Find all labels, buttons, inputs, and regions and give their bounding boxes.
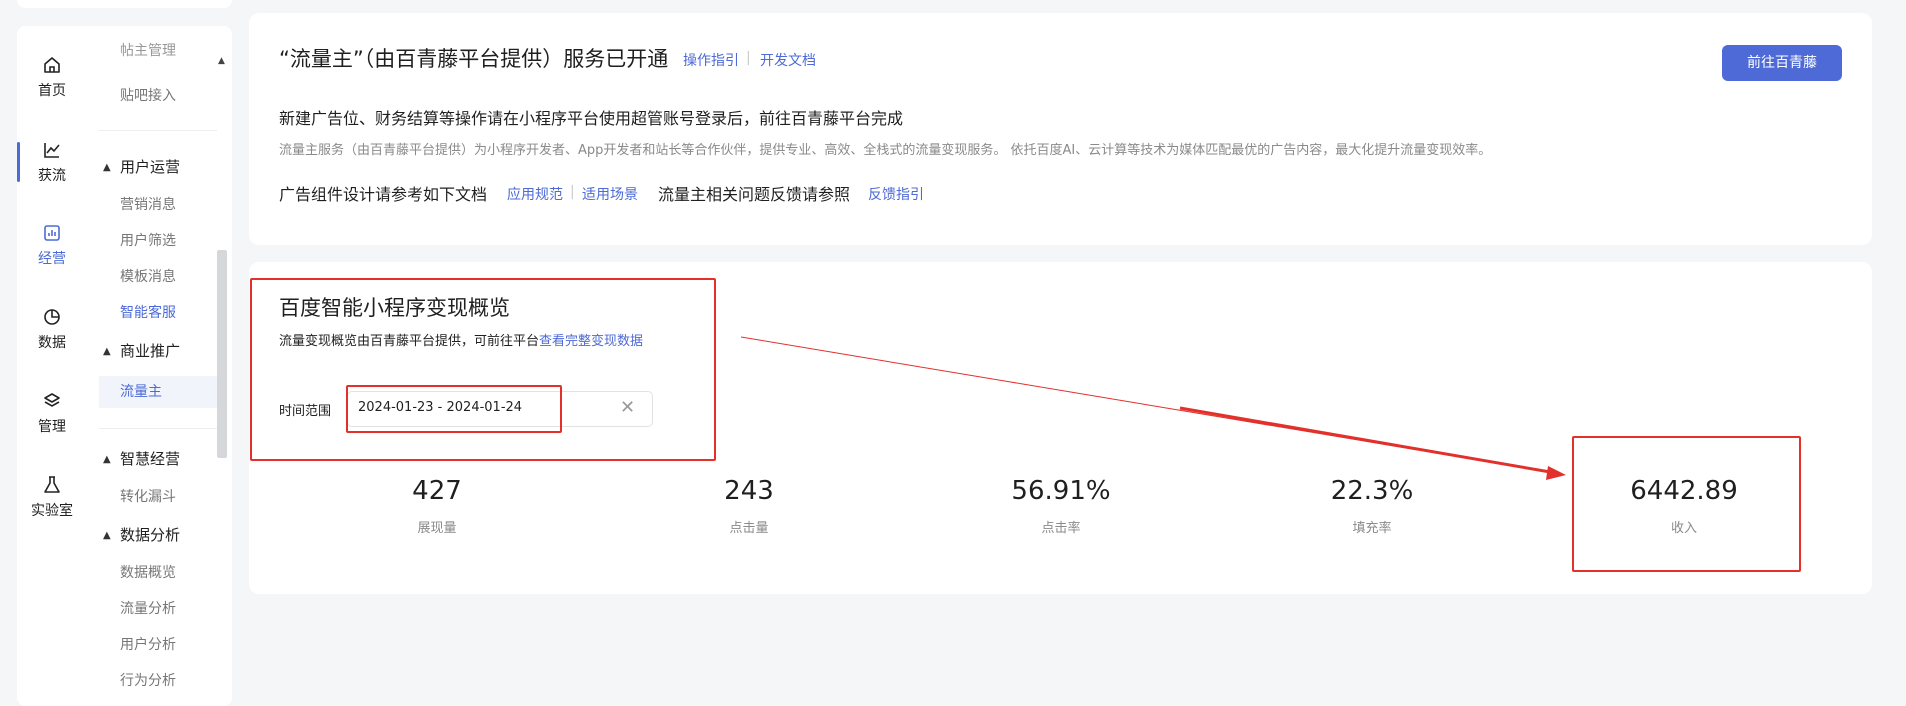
arrow-head [1546,466,1566,480]
annotation-arrow [740,336,1566,480]
arrow-line-thick [1179,406,1557,475]
